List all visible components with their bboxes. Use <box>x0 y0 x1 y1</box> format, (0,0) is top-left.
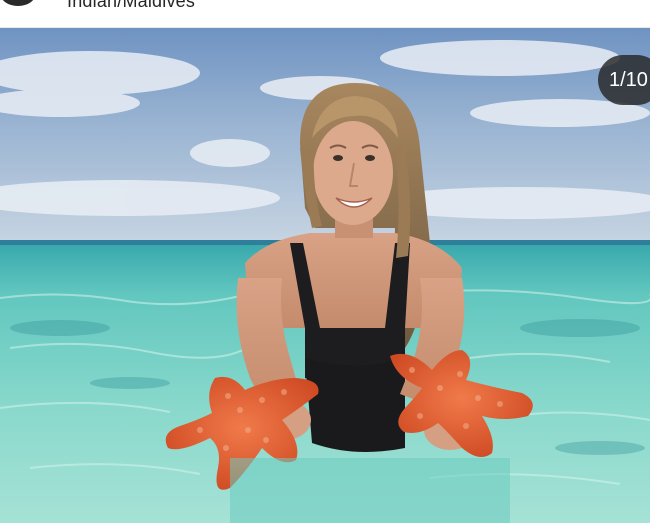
post-photo[interactable] <box>0 28 650 523</box>
post-header: Indian/Maldives <box>0 0 650 28</box>
profile-avatar[interactable] <box>0 0 36 6</box>
post-location-link[interactable]: Indian/Maldives <box>67 0 195 12</box>
carousel-counter: 1/10 <box>598 55 650 105</box>
